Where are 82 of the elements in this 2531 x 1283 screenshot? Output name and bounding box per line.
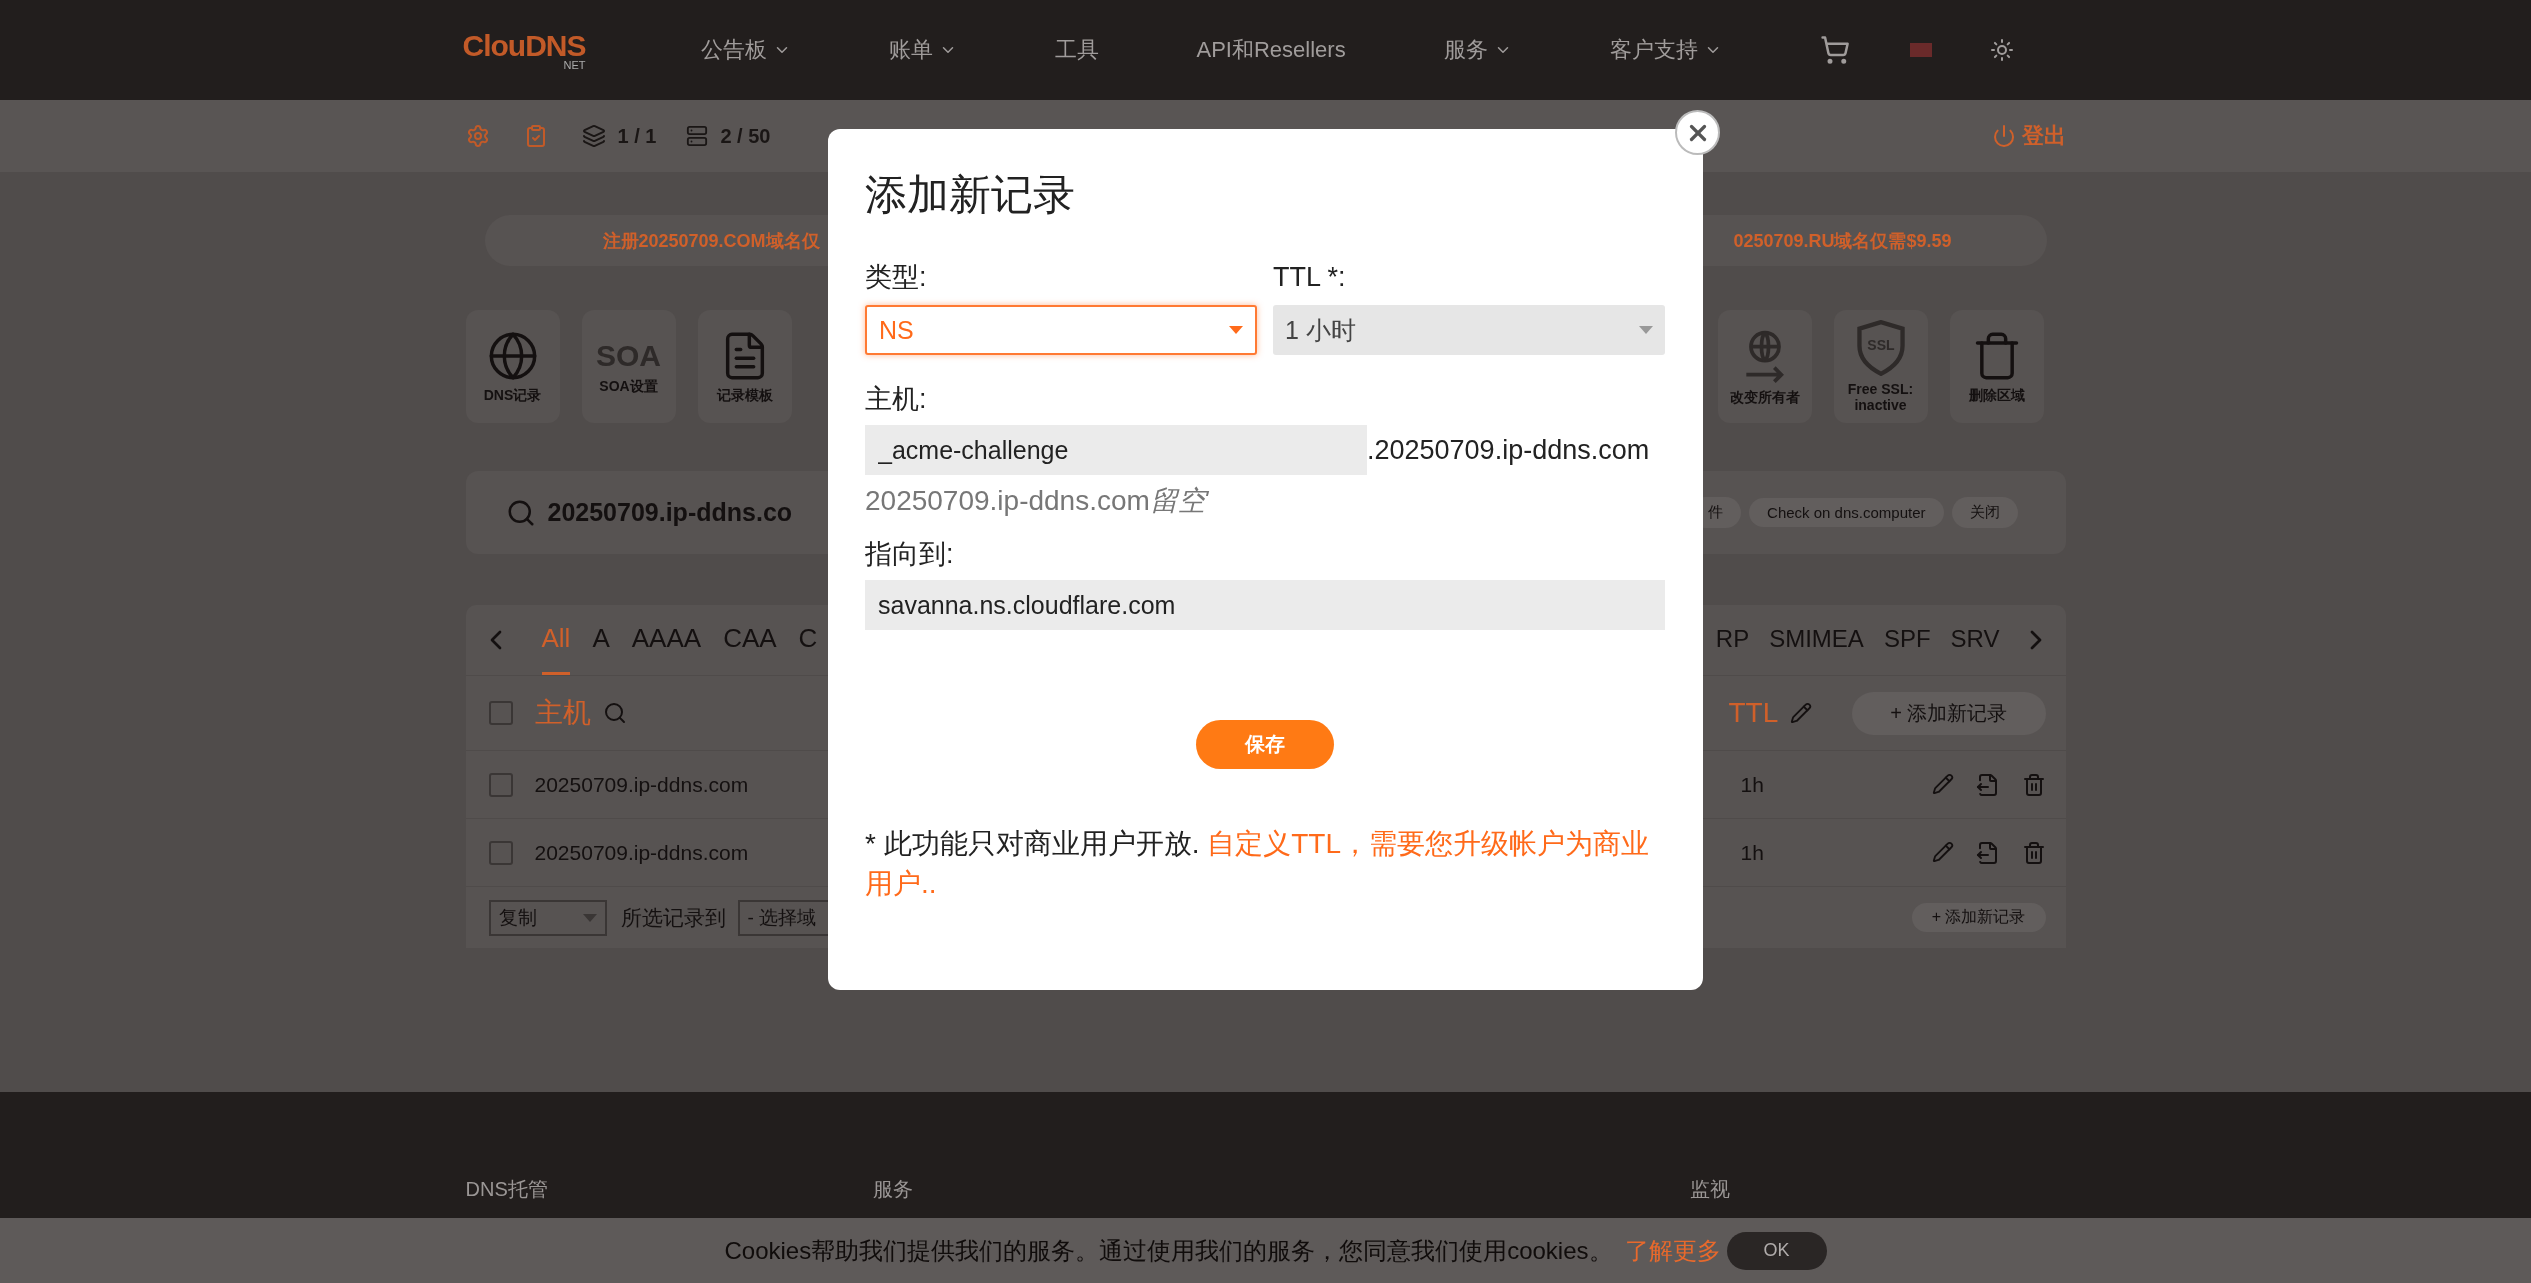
field-label: 类型:	[865, 261, 928, 294]
logo-text: ClouDNS	[462, 29, 586, 62]
record-type-tab[interactable]: A	[592, 605, 610, 675]
tool-tile[interactable]: DNS记录	[465, 310, 560, 423]
checkbox[interactable]	[488, 840, 513, 865]
nav-item[interactable]: 工具	[1054, 35, 1099, 65]
move-label: 所选记录到	[620, 904, 726, 931]
record-type-tab[interactable]: SRV	[1950, 606, 2000, 674]
footer-heading: 监视	[1689, 1177, 1731, 1202]
pencil-icon[interactable]	[1931, 840, 1954, 865]
document-export-icon[interactable]	[1975, 772, 2000, 797]
cart-icon[interactable]	[1819, 35, 1850, 65]
record-type-tab[interactable]: CAA	[723, 605, 777, 675]
table-cell-text: 1h	[1740, 772, 1765, 797]
layers-icon	[581, 124, 606, 148]
footer-heading: DNS托管	[465, 1177, 549, 1202]
field-label: 主机:	[865, 383, 928, 416]
field-label: TTL *:	[1273, 261, 1347, 294]
target-input[interactable]: savanna.ns.cloudflare.com	[865, 580, 1665, 630]
nav-item[interactable]: 账单	[888, 35, 957, 65]
save-button[interactable]: 保存	[1196, 720, 1334, 769]
type-select[interactable]: NS	[865, 305, 1257, 355]
column-header[interactable]: 主机	[534, 694, 591, 732]
add-record-button[interactable]: + 添加新记录	[1911, 903, 2046, 932]
tool-tile[interactable]: 记录模板	[697, 310, 792, 423]
checkbox[interactable]	[488, 772, 513, 797]
tool-label: Free SSL: inactive	[1846, 382, 1915, 413]
counter-text: 2 / 50	[720, 124, 771, 148]
document-export-icon[interactable]	[1975, 840, 2000, 865]
tool-label: 改变所有者	[1729, 389, 1800, 406]
field-hint: 20250709.ip-ddns.com留空	[865, 484, 1665, 518]
nav-item[interactable]: API和Resellers	[1196, 35, 1346, 65]
table-cell-text: 1h	[1740, 840, 1765, 865]
tool-label: DNS记录	[483, 387, 542, 404]
power-icon	[1991, 124, 2016, 148]
settings-icon[interactable]	[465, 124, 490, 148]
host-input[interactable]: _acme-challenge	[865, 425, 1367, 475]
record-type-tab[interactable]: RP	[1715, 606, 1750, 674]
tool-tile[interactable]: 改变所有者	[1717, 310, 1812, 423]
chip-button[interactable]: 关闭	[1951, 497, 2018, 528]
nav-item[interactable]: 服务	[1443, 35, 1512, 65]
record-type-tab[interactable]: C	[798, 605, 818, 675]
list-icon	[686, 125, 709, 147]
flag-icon[interactable]	[1909, 43, 1932, 57]
checkbox[interactable]	[488, 701, 513, 725]
action-select[interactable]: 复制	[488, 899, 607, 936]
learn-more-link[interactable]: 了解更多	[1624, 1234, 1721, 1267]
caret-icon	[582, 913, 597, 922]
theme-icon[interactable]	[1989, 38, 2014, 62]
trash-icon[interactable]	[2021, 840, 2046, 865]
cookie-text: Cookies帮助我们提供我们的服务。通过使用我们的服务，您同意我们使用cookies。	[724, 1235, 1613, 1266]
footer-heading: 服务	[872, 1177, 914, 1202]
table-cell: 20250709.ip-ddns.com	[534, 840, 749, 865]
table-cell: 20250709.ip-ddns.com	[534, 772, 749, 797]
domain-suffix: .20250709.ip-ddns.com	[1367, 434, 1650, 466]
note-text: * 此功能只对商业用户开放. 自定义TTL，需要您升级帐户为商业用户..	[865, 827, 1651, 901]
tool-label: SOA设置	[599, 378, 658, 395]
pencil-icon[interactable]	[1931, 772, 1954, 797]
logout-link[interactable]: 登出	[1991, 121, 2066, 151]
logo-subtext: NET	[563, 59, 586, 71]
logo[interactable]: ClouDNS NET	[465, 29, 586, 71]
tool-label: 记录模板	[716, 387, 773, 404]
chip-button[interactable]: Check on dns.computer	[1749, 498, 1944, 527]
dialog-title: 添加新记录	[865, 170, 1076, 220]
ok-button[interactable]: OK	[1726, 1231, 1827, 1270]
field-label: 指向到:	[865, 538, 955, 571]
pencil-icon[interactable]	[1790, 702, 1813, 724]
search-icon[interactable]	[602, 701, 627, 725]
add-record-button[interactable]: + 添加新记录	[1852, 691, 2046, 735]
tool-label: 删除区域	[1968, 387, 2025, 404]
nav-item[interactable]: 公告板	[700, 35, 791, 65]
domain-title: 20250709.ip-ddns.co	[547, 498, 793, 527]
record-type-tab[interactable]: SPF	[1883, 606, 1931, 674]
record-type-tab[interactable]: AAAA	[631, 605, 702, 675]
nav-item[interactable]: 客户支持	[1609, 35, 1722, 65]
promo-text[interactable]: 0250709.RU域名仅需$9.59	[1733, 228, 1952, 253]
record-type-tab[interactable]: SMIMEA	[1769, 606, 1864, 674]
trash-icon[interactable]	[2021, 772, 2046, 797]
tool-tile[interactable]: 删除区域	[1949, 310, 2044, 423]
counter-text: 1 / 1	[617, 124, 657, 148]
column-header[interactable]: TTL	[1728, 697, 1779, 729]
promo-text[interactable]: 注册20250709.COM域名仅	[602, 228, 820, 253]
